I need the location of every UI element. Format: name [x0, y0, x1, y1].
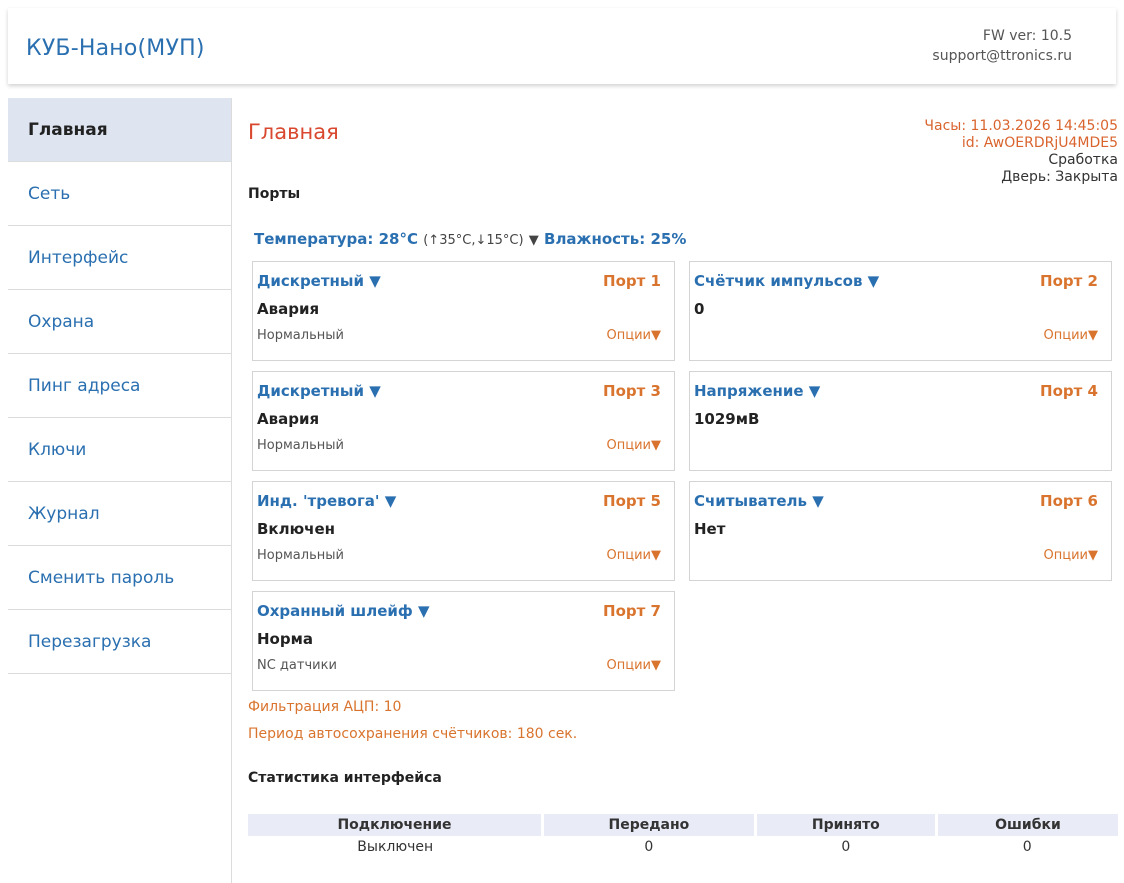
- sidebar-nav: Главная Сеть Интерфейс Охрана Пинг адрес…: [8, 98, 232, 883]
- port-number: Порт 6: [1040, 492, 1098, 510]
- port-card: Считыватель ▼ Порт 6 Нет Опции▼: [689, 481, 1112, 581]
- temperature-limits: (↑35°C,↓15°C): [423, 233, 524, 248]
- port-number: Порт 5: [603, 492, 661, 510]
- clock-text: Часы: 11.03.2026 14:45:05: [924, 118, 1118, 134]
- port-card: Инд. 'тревога' ▼ Порт 5 Включен Нормальн…: [252, 481, 675, 581]
- firmware-version: FW ver: 10.5: [982, 28, 1072, 44]
- sidebar-item-home[interactable]: Главная: [8, 98, 231, 162]
- app-title: КУБ-Нано(МУП): [26, 36, 205, 61]
- column-header: Принято: [755, 814, 938, 836]
- port-mode: NC датчики: [257, 658, 337, 673]
- port-mode: Нормальный: [257, 548, 344, 563]
- sidebar-item-network[interactable]: Сеть: [8, 162, 231, 226]
- port-card: Охранный шлейф ▼ Порт 7 Норма NC датчики…: [252, 591, 675, 691]
- temperature-value: Температура: 28°C: [254, 230, 418, 248]
- interface-stats-table: Подключение Передано Принято Ошибки Выкл…: [248, 814, 1118, 858]
- port-number: Порт 3: [603, 382, 661, 400]
- port-value: Норма: [257, 630, 313, 648]
- port-type-select[interactable]: Инд. 'тревога' ▼: [257, 492, 396, 510]
- sidebar-item-reboot[interactable]: Перезагрузка: [8, 610, 231, 674]
- page-title: Главная: [248, 120, 339, 144]
- sidebar-item-ping[interactable]: Пинг адреса: [8, 354, 231, 418]
- autosave-period-text: Период автосохранения счётчиков: 180 сек…: [248, 726, 578, 742]
- port-card: Счётчик импульсов ▼ Порт 2 0 Опции▼: [689, 261, 1112, 361]
- climate-line: Температура: 28°C (↑35°C,↓15°C) ▼ Влажно…: [254, 230, 686, 248]
- port-number: Порт 2: [1040, 272, 1098, 290]
- table-row: Выключен 0 0 0: [248, 836, 1118, 858]
- port-mode: Нормальный: [257, 438, 344, 453]
- port-options-button[interactable]: Опции▼: [607, 548, 661, 563]
- port-number: Порт 1: [603, 272, 661, 290]
- app-header: КУБ-Нано(МУП) FW ver: 10.5 support@ttron…: [8, 8, 1116, 84]
- stats-heading: Статистика интерфейса: [248, 770, 442, 786]
- sidebar-item-log[interactable]: Журнал: [8, 482, 231, 546]
- column-header: Подключение: [248, 814, 544, 836]
- port-number: Порт 7: [603, 602, 661, 620]
- port-card: Дискретный ▼ Порт 1 Авария Нормальный Оп…: [252, 261, 675, 361]
- table-cell: 0: [841, 839, 851, 855]
- port-value: Включен: [257, 520, 336, 538]
- port-type-select[interactable]: Считыватель ▼: [694, 492, 824, 510]
- port-number: Порт 4: [1040, 382, 1098, 400]
- humidity-value: Влажность: 25%: [544, 230, 687, 248]
- trigger-status: Сработка: [1048, 152, 1118, 168]
- firmware-info: FW ver: 10.5 support@ttronics.ru: [932, 26, 1072, 66]
- main-content: Главная Часы: 11.03.2026 14:45:05 id: Aw…: [248, 98, 1118, 883]
- status-info: Часы: 11.03.2026 14:45:05 id: AwOERDRjU4…: [924, 118, 1118, 186]
- port-options-button[interactable]: Опции▼: [1044, 328, 1098, 343]
- port-card: Напряжение ▼ Порт 4 1029мВ: [689, 371, 1112, 471]
- port-type-select[interactable]: Дискретный ▼: [257, 272, 381, 290]
- sidebar-item-change-password[interactable]: Сменить пароль: [8, 546, 231, 610]
- port-type-select[interactable]: Напряжение ▼: [694, 382, 820, 400]
- port-card: Дискретный ▼ Порт 3 Авария Нормальный Оп…: [252, 371, 675, 471]
- table-cell: 0: [1022, 839, 1032, 855]
- port-value: Авария: [257, 300, 320, 318]
- support-email: support@ttronics.ru: [932, 48, 1072, 64]
- port-type-select[interactable]: Дискретный ▼: [257, 382, 381, 400]
- column-header: Ошибки: [936, 814, 1118, 836]
- port-type-select[interactable]: Охранный шлейф ▼: [257, 602, 430, 620]
- table-cell: Выключен: [357, 839, 434, 855]
- port-options-button[interactable]: Опции▼: [1044, 548, 1098, 563]
- ports-heading: Порты: [248, 186, 301, 202]
- sidebar-item-interface[interactable]: Интерфейс: [8, 226, 231, 290]
- sidebar-item-security[interactable]: Охрана: [8, 290, 231, 354]
- adc-filter-text: Фильтрация АЦП: 10: [248, 699, 402, 715]
- port-options-button[interactable]: Опции▼: [607, 438, 661, 453]
- table-cell: 0: [644, 839, 654, 855]
- table-header-row: Подключение Передано Принято Ошибки: [248, 814, 1118, 836]
- port-type-select[interactable]: Счётчик импульсов ▼: [694, 272, 879, 290]
- sidebar-item-keys[interactable]: Ключи: [8, 418, 231, 482]
- port-options-button[interactable]: Опции▼: [607, 328, 661, 343]
- port-value: 0: [694, 300, 705, 318]
- port-mode: Нормальный: [257, 328, 344, 343]
- port-options-button[interactable]: Опции▼: [607, 658, 661, 673]
- port-value: 1029мВ: [694, 410, 760, 428]
- door-status: Дверь: Закрыта: [1001, 169, 1118, 185]
- port-value: Авария: [257, 410, 320, 428]
- temperature-dropdown-icon[interactable]: ▼: [529, 233, 539, 248]
- device-id: id: AwOERDRjU4MDE5: [961, 135, 1118, 151]
- column-header: Передано: [542, 814, 757, 836]
- port-value: Нет: [694, 520, 726, 538]
